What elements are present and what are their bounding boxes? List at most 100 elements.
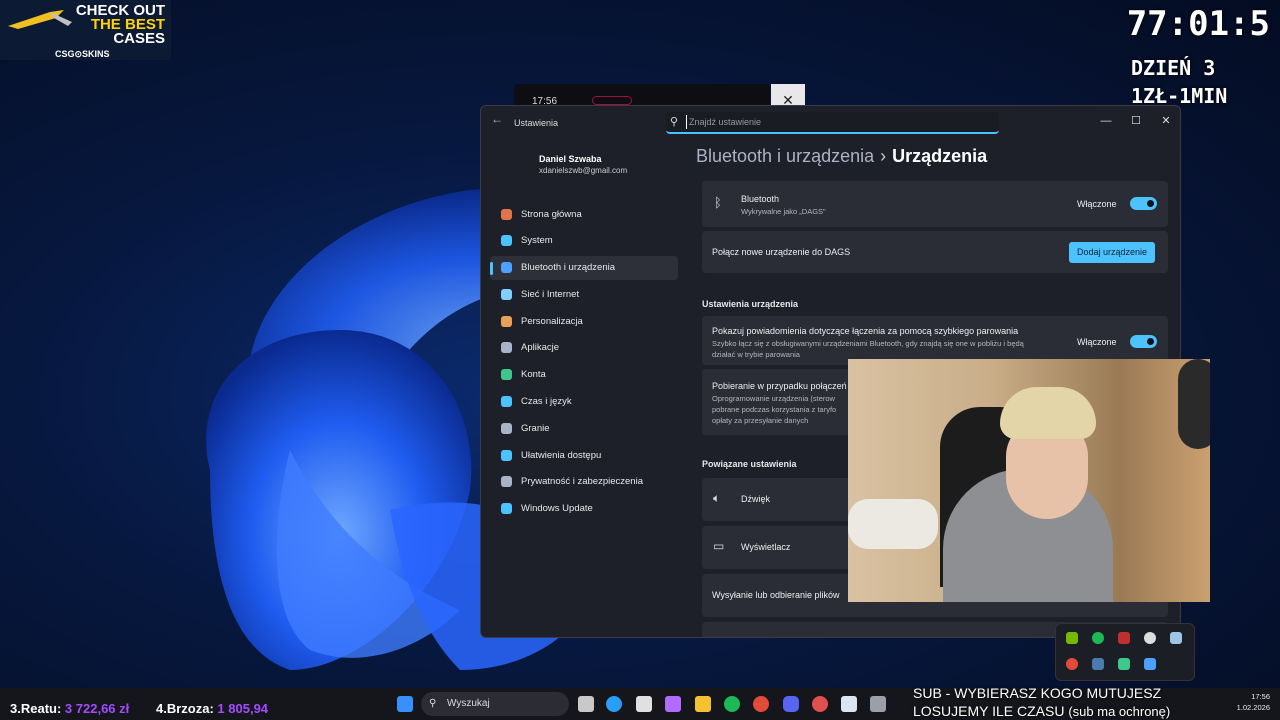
knife-icon	[8, 10, 72, 29]
bluetooth-state: Włączone	[1077, 199, 1117, 209]
gamepad-icon	[498, 420, 514, 436]
sidebar-item-label: Personalizacja	[521, 315, 583, 327]
maximize-button[interactable]: ☐	[1121, 110, 1151, 132]
task-view-icon[interactable]	[578, 696, 594, 712]
sub-banner-line-2: LOSUJEMY ILE CZASU	[913, 703, 1065, 719]
spotify-icon[interactable]	[724, 696, 740, 712]
apps-icon	[498, 340, 514, 356]
store-icon[interactable]	[636, 696, 652, 712]
wifi-icon	[498, 286, 514, 302]
sidebar-item-label: Bluetooth i urządzenia	[521, 262, 616, 274]
sidebar-item[interactable]: Aplikacje	[490, 336, 678, 360]
swift-pair-desc-2: działać w trybie parowania	[712, 350, 800, 359]
sidebar-item-label: Aplikacje	[521, 342, 560, 354]
sidebar-item-label: Strona główna	[521, 208, 582, 220]
taskbar-clock[interactable]: 17:56 1.02.2026	[1237, 691, 1270, 713]
sidebar-item[interactable]: System	[490, 229, 678, 253]
promo-banner: CHECK OUT THE BEST CASES CSG⊙SKINS	[0, 0, 171, 60]
user-email: xdanielszwb@gmail.com	[539, 166, 628, 175]
steam-tray-icon[interactable]	[1092, 658, 1104, 670]
app-icon-2[interactable]	[841, 696, 857, 712]
bluetooth-icon: ᛒ	[714, 195, 722, 210]
accessibility-icon	[498, 447, 514, 463]
sidebar-item[interactable]: Granie	[490, 416, 678, 440]
search-icon: ⚲	[429, 698, 437, 709]
swift-pair-desc-1: Szybko łącz się z obsługiwanymi urządzen…	[712, 339, 1024, 348]
mic-tray-icon[interactable]	[1118, 632, 1130, 644]
network-tray-icon[interactable]	[1118, 658, 1130, 670]
sidebar-item[interactable]: Sieć i Internet	[490, 282, 678, 306]
subathon-timer: 77:01:5	[1126, 4, 1270, 44]
leaderboard-amount: 1 805,94	[217, 701, 269, 716]
leaderboard-entry: 3.Reatu: 3 722,66 zł	[10, 701, 129, 716]
bluetooth-icon	[498, 260, 514, 276]
related-settings-header: Powiązane ustawienia	[702, 459, 797, 469]
sidebar-item-label: Konta	[521, 369, 546, 381]
bluetooth-tray-icon[interactable]	[1144, 658, 1156, 670]
app-tray-icon[interactable]	[1170, 632, 1182, 644]
add-device-title: Połącz nowe urządzenie do DAGS	[712, 247, 851, 257]
update-icon	[498, 501, 514, 517]
device-settings-header: Ustawienia urządzenia	[702, 299, 799, 309]
monitor-icon: ▭	[713, 539, 725, 553]
sidebar-item[interactable]: Czas i język	[490, 390, 678, 414]
add-device-button[interactable]: Dodaj urządzenie	[1069, 242, 1156, 263]
bluetooth-toggle[interactable]	[1130, 197, 1157, 210]
app-icon[interactable]	[812, 696, 828, 712]
page-title: Urządzenia	[892, 146, 988, 166]
start-button[interactable]	[397, 696, 413, 712]
nvidia-icon[interactable]	[1066, 632, 1078, 644]
sidebar-item[interactable]: Prywatność i zabezpieczenia	[490, 470, 678, 494]
spotify-tray-icon[interactable]	[1092, 632, 1104, 644]
discord-icon[interactable]	[783, 696, 799, 712]
obs-tray-icon[interactable]	[1144, 632, 1156, 644]
minimize-button[interactable]: —	[1091, 110, 1121, 132]
settings-taskbar-icon[interactable]	[870, 696, 886, 712]
sidebar-item[interactable]: Strona główna	[490, 202, 678, 226]
account-icon	[498, 367, 514, 383]
search-input[interactable]	[686, 115, 986, 129]
swift-pair-title: Pokazuj powiadomienia dotyczące łączenia…	[712, 326, 1019, 336]
title-bar: ← Ustawienia ⚲ — ☐ ✕	[481, 106, 1180, 136]
metered-desc-3: opłaty za przesyłanie danych	[712, 416, 809, 425]
sidebar-item[interactable]: Personalizacja	[490, 309, 678, 333]
sidebar-item-label: Ułatwienia dostępu	[521, 449, 602, 461]
home-icon	[498, 206, 514, 222]
breadcrumb-parent[interactable]: Bluetooth i urządzenia	[696, 146, 874, 166]
related-display-label: Wyświetlacz	[741, 542, 791, 552]
promo-line-3: CASES	[113, 30, 165, 47]
breadcrumb: Bluetooth i urządzenia › Urządzenia	[696, 146, 987, 167]
brush-icon	[498, 313, 514, 329]
sidebar-item[interactable]: Ułatwienia dostępu	[490, 443, 678, 467]
settings-search[interactable]: ⚲	[666, 112, 999, 134]
explorer-icon[interactable]	[695, 696, 711, 712]
sidebar-item[interactable]: Windows Update	[490, 497, 678, 521]
breadcrumb-separator: ›	[880, 146, 887, 166]
close-button[interactable]: ✕	[1151, 110, 1180, 132]
taskbar-search-label: Wyszukaj	[447, 698, 490, 709]
sidebar-item-label: Windows Update	[521, 503, 593, 515]
speaker-icon: 🔈︎	[713, 491, 721, 505]
taskbar-search[interactable]: ⚲ Wyszukaj	[421, 692, 569, 716]
user-profile[interactable]: Daniel Szwaba xdanielszwb@gmail.com	[539, 154, 627, 175]
search-icon: ⚲	[670, 116, 679, 128]
webcam-overlay	[848, 359, 1210, 602]
edge-icon[interactable]	[606, 696, 622, 712]
webcam-pillow	[848, 499, 938, 549]
leaderboard-entry: 4.Brzoza: 1 805,94	[156, 701, 268, 716]
leaderboard-amount: 3 722,66 zł	[64, 701, 130, 716]
sidebar-item[interactable]: Konta	[490, 363, 678, 387]
leaderboard-rank: 3.Reatu:	[10, 701, 62, 716]
app-title: Ustawienia	[514, 118, 559, 128]
bluetooth-subtitle: Wykrywalne jako „DAGS"	[741, 207, 826, 216]
back-arrow-icon[interactable]: ←	[491, 112, 503, 126]
copilot-icon[interactable]	[665, 696, 681, 712]
leaderboard-rank: 4.Brzoza:	[156, 701, 214, 716]
sidebar-item[interactable]: Bluetooth i urządzenia	[490, 255, 678, 280]
day-label: DZIEŃ 3	[1131, 56, 1216, 80]
user-name: Daniel Szwaba	[539, 154, 602, 164]
sub-banner-line-1: SUB - WYBIERASZ KOGO MUTUJESZ	[913, 685, 1162, 701]
swift-pair-toggle[interactable]	[1130, 335, 1157, 348]
chrome-tray-icon[interactable]	[1066, 658, 1078, 670]
chrome-icon[interactable]	[753, 696, 769, 712]
